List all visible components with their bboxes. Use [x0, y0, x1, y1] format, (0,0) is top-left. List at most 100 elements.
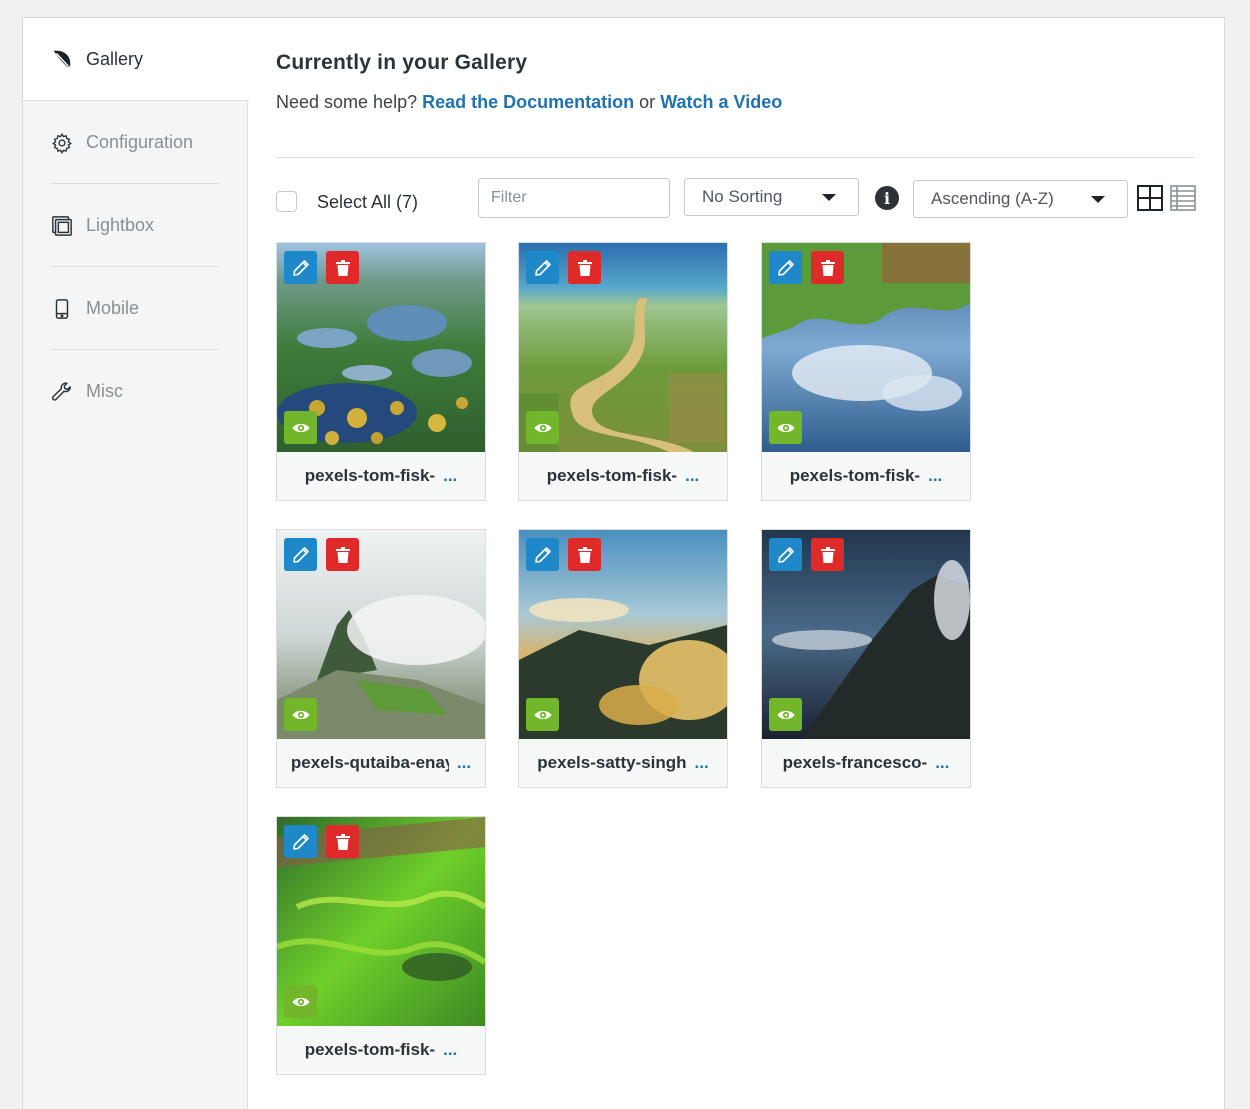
sidebar-item-label: Gallery: [86, 48, 144, 69]
edit-button[interactable]: [526, 538, 559, 571]
more-options[interactable]: ...: [443, 1040, 457, 1060]
list-view-icon[interactable]: [1169, 184, 1197, 212]
image-name: pexels-tom-fisk-: [304, 1040, 436, 1059]
gallery-item[interactable]: pexels-tom-fisk-...: [761, 242, 971, 501]
trash-icon: [335, 833, 350, 850]
trash-icon: [577, 259, 592, 276]
edit-button[interactable]: [526, 251, 559, 284]
image-caption: pexels-qutaiba-enay...: [277, 739, 485, 787]
edit-button[interactable]: [284, 251, 317, 284]
image-caption: pexels-tom-fisk-...: [277, 452, 485, 500]
wrench-icon: [51, 380, 73, 404]
trash-icon: [335, 546, 350, 563]
select-all-label[interactable]: Select All (7): [317, 192, 418, 213]
help-or: or: [639, 92, 656, 112]
settings-panel: Gallery Configuration Lightbox Mobile Mi…: [22, 17, 1225, 1109]
more-options[interactable]: ...: [443, 466, 457, 486]
gear-icon: [51, 131, 73, 155]
more-options[interactable]: ...: [457, 753, 471, 773]
eye-icon: [292, 423, 309, 432]
preview-button[interactable]: [284, 698, 317, 731]
leaf-icon: [51, 47, 73, 71]
pencil-icon: [534, 546, 551, 563]
edit-button[interactable]: [769, 538, 802, 571]
more-options[interactable]: ...: [695, 753, 709, 773]
delete-button[interactable]: [326, 825, 359, 858]
preview-button[interactable]: [769, 411, 802, 444]
image-thumbnail[interactable]: [762, 243, 970, 452]
preview-button[interactable]: [284, 411, 317, 444]
preview-button[interactable]: [526, 411, 559, 444]
gallery-item[interactable]: pexels-satty-singh...: [518, 529, 728, 788]
preview-button[interactable]: [526, 698, 559, 731]
sidebar-item-label: Mobile: [86, 298, 140, 318]
trash-icon: [820, 546, 835, 563]
documentation-link[interactable]: Read the Documentation: [422, 92, 634, 112]
trash-icon: [577, 546, 592, 563]
select-all-checkbox[interactable]: [276, 191, 297, 212]
gallery-item[interactable]: pexels-qutaiba-enay...: [276, 529, 486, 788]
gallery-toolbar: Select All (7) No Sorting i Ascending (A…: [276, 178, 1197, 220]
sidebar-item-configuration[interactable]: Configuration: [23, 101, 248, 184]
grid-view-icon[interactable]: [1136, 184, 1164, 212]
filter-input[interactable]: [478, 178, 670, 218]
image-name: pexels-satty-singh: [537, 753, 687, 772]
gallery-item[interactable]: pexels-tom-fisk-...: [518, 242, 728, 501]
order-value: Ascending (A-Z): [931, 189, 1054, 208]
delete-button[interactable]: [326, 251, 359, 284]
delete-button[interactable]: [811, 251, 844, 284]
sidebar-item-mobile[interactable]: Mobile: [23, 267, 248, 350]
delete-button[interactable]: [326, 538, 359, 571]
mobile-phone-icon: [51, 297, 73, 321]
gallery-item[interactable]: pexels-tom-fisk-...: [276, 242, 486, 501]
edit-button[interactable]: [284, 825, 317, 858]
video-link[interactable]: Watch a Video: [660, 92, 782, 112]
more-options[interactable]: ...: [685, 466, 699, 486]
image-caption: pexels-francesco-...: [762, 739, 970, 787]
image-caption: pexels-tom-fisk-...: [519, 452, 727, 500]
help-prefix: Need some help?: [276, 92, 418, 112]
sorting-select[interactable]: No Sorting: [684, 178, 859, 216]
preview-button[interactable]: [284, 985, 317, 1018]
eye-icon: [777, 423, 794, 432]
preview-button[interactable]: [769, 698, 802, 731]
image-caption: pexels-satty-singh...: [519, 739, 727, 787]
image-thumbnail[interactable]: [519, 530, 727, 739]
delete-button[interactable]: [568, 538, 601, 571]
pencil-icon: [777, 259, 794, 276]
more-options[interactable]: ...: [935, 753, 949, 773]
edit-button[interactable]: [284, 538, 317, 571]
delete-button[interactable]: [811, 538, 844, 571]
eye-icon: [777, 710, 794, 719]
sidebar-item-misc[interactable]: Misc: [23, 350, 248, 433]
more-options[interactable]: ...: [928, 466, 942, 486]
sidebar-item-gallery[interactable]: Gallery: [23, 18, 249, 101]
image-name: pexels-francesco-: [782, 753, 928, 772]
sorting-value: No Sorting: [702, 187, 783, 206]
pencil-icon: [777, 546, 794, 563]
image-thumbnail[interactable]: [277, 530, 485, 739]
image-thumbnail[interactable]: [762, 530, 970, 739]
delete-button[interactable]: [568, 251, 601, 284]
image-name: pexels-tom-fisk-: [304, 466, 436, 485]
image-caption: pexels-tom-fisk-...: [277, 1026, 485, 1074]
edit-button[interactable]: [769, 251, 802, 284]
image-thumbnail[interactable]: [519, 243, 727, 452]
chevron-down-icon: [822, 194, 836, 201]
info-icon[interactable]: i: [875, 186, 899, 210]
help-text: Need some help? Read the Documentation o…: [276, 92, 782, 113]
image-thumbnail[interactable]: [277, 817, 485, 1026]
image-thumbnail[interactable]: [277, 243, 485, 452]
order-select[interactable]: Ascending (A-Z): [913, 180, 1128, 218]
image-name: pexels-qutaiba-enay: [290, 753, 449, 772]
pencil-icon: [292, 833, 309, 850]
sidebar-item-label: Configuration: [86, 132, 194, 152]
gallery-item[interactable]: pexels-francesco-...: [761, 529, 971, 788]
gallery-item[interactable]: pexels-tom-fisk-...: [276, 816, 486, 1075]
trash-icon: [820, 259, 835, 276]
gallery-frames-icon: [51, 214, 73, 238]
sidebar-item-lightbox[interactable]: Lightbox: [23, 184, 248, 267]
pencil-icon: [534, 259, 551, 276]
page-title: Currently in your Gallery: [276, 51, 528, 74]
chevron-down-icon: [1091, 196, 1105, 203]
